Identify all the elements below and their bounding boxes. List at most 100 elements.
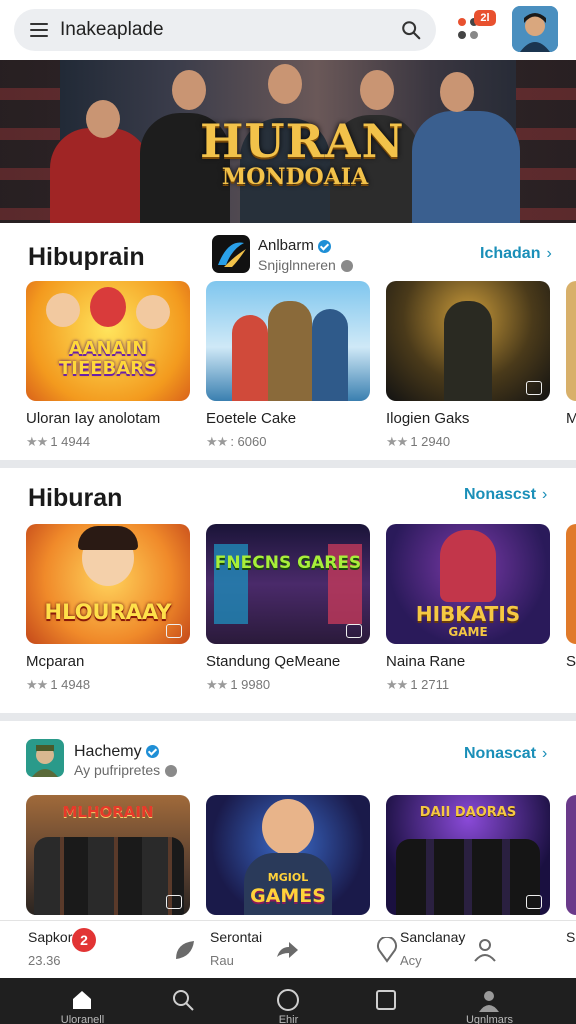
search-bar[interactable]: Inakeaplade: [14, 9, 436, 51]
game-card[interactable]: MLHORAIN: [26, 795, 190, 915]
developer-name[interactable]: Anlbarm: [258, 237, 331, 254]
character-figure: [312, 309, 348, 401]
rating-value: 1 2940: [410, 434, 451, 449]
developer-name-text: Anlbarm: [258, 237, 314, 254]
section-see-more-link[interactable]: Nonascat ›: [464, 745, 547, 763]
developer-sub-text: Snjiglnneren: [258, 257, 336, 273]
star-icon: ★★: [206, 434, 228, 449]
notification-count-badge: 2: [72, 928, 96, 952]
section-title: Hiburan: [28, 484, 123, 512]
star-icon: ★★: [386, 677, 408, 692]
game-thumbnail: MLHORAIN: [26, 795, 190, 915]
game-art-text: HIBKATIS: [415, 602, 521, 626]
game-badge-icon: [166, 895, 182, 909]
section-see-more-link[interactable]: Ichadan ›: [480, 245, 552, 263]
hero-banner[interactable]: HURAN MONDOAIA: [0, 60, 576, 223]
chevron-right-icon: ›: [546, 245, 552, 262]
section-link-label: Nonascst: [464, 486, 537, 503]
strip-item-sub: 23.36: [28, 953, 61, 968]
section-divider: [0, 713, 576, 721]
strip-item-title: S: [566, 929, 576, 945]
game-card-peek[interactable]: [566, 795, 576, 915]
rating-value: 1 4944: [50, 434, 91, 449]
strip-item[interactable]: Serontai Rau: [210, 929, 262, 968]
share-icon[interactable]: [274, 937, 300, 963]
nav-home[interactable]: Uloranell: [25, 978, 140, 1024]
game-art-text: HLOURAAY: [44, 600, 172, 624]
game-thumbnail: [386, 281, 550, 401]
strip-item[interactable]: Sapkor 23.36: [28, 929, 72, 968]
banner-title-line1: HURAN: [200, 114, 405, 168]
search-icon[interactable]: [400, 19, 422, 41]
developer-sub: Snjiglnneren: [258, 257, 353, 273]
developer-sub: Ay pufripretes: [74, 762, 178, 778]
search-input[interactable]: Inakeaplade: [60, 19, 400, 41]
game-art-text: DAII DAORAS: [419, 805, 517, 820]
strip-item-title: Sapkor: [28, 929, 73, 945]
profile-avatar[interactable]: [512, 6, 558, 52]
section-see-more-link[interactable]: Nonascst ›: [464, 486, 547, 504]
game-title: S: [566, 653, 576, 670]
game-card[interactable]: HLOURAAY Mcparan ★★ 1 4948: [26, 524, 190, 693]
game-card[interactable]: HIBKATIS GAME Naina Rane ★★ 1 2711: [386, 524, 550, 693]
circle-icon: [277, 989, 299, 1011]
game-art-text: MLHORAIN: [62, 803, 154, 821]
game-rating: ★★ 1 2940: [386, 434, 550, 450]
nav-recents[interactable]: [329, 978, 444, 1024]
game-badge-icon: [526, 381, 542, 395]
game-art-text: FNECNS GARES: [214, 553, 362, 573]
game-rating: ★★ 1 2711: [386, 677, 550, 693]
banner-figure-head: [268, 64, 302, 104]
chevron-right-icon: ›: [542, 745, 548, 762]
nav-label: Ugnlmars: [465, 1014, 514, 1024]
person-icon[interactable]: [472, 937, 498, 963]
rating-value: : 6060: [230, 434, 267, 449]
search-icon: [173, 990, 194, 1011]
profile-icon: [479, 991, 499, 1012]
banner-figure: [412, 111, 520, 223]
rating-value: 1 2711: [410, 677, 450, 692]
section-hachemy: Hachemy Ay pufripretes Nonascat › MLHORAI…: [0, 721, 576, 920]
banner-shelf-right: [516, 60, 576, 223]
character-head: [262, 799, 314, 855]
game-card[interactable]: AANAIN TIEEBARS Uloran Iay anolotam ★★ 1 …: [26, 281, 190, 450]
bottom-nav: Uloranell Ehir Ugnlmars: [0, 978, 576, 1024]
strip-item-sub: Rau: [210, 953, 234, 968]
nav-search[interactable]: [126, 978, 241, 1024]
menu-icon[interactable]: [30, 23, 48, 37]
game-badge-icon: [346, 624, 362, 638]
strip-item[interactable]: S: [566, 929, 575, 945]
game-thumbnail: [566, 281, 576, 401]
developer-name[interactable]: Hachemy: [74, 743, 159, 761]
game-card[interactable]: MGIOL GAMES: [206, 795, 370, 915]
notification-badge: 2l: [474, 10, 496, 26]
character-figure: [444, 301, 492, 401]
developer-sub-text: Ay pufripretes: [74, 762, 161, 778]
game-thumbnail: AANAIN TIEEBARS: [26, 281, 190, 401]
game-card-peek[interactable]: M: [566, 281, 576, 427]
nav-profile[interactable]: Ugnlmars: [432, 978, 547, 1024]
game-badge-icon: [166, 624, 182, 638]
game-title: Uloran Iay anolotam: [26, 410, 161, 427]
globe-icon: [165, 765, 178, 778]
game-card-peek[interactable]: S: [566, 524, 576, 670]
leaf-icon: [176, 941, 194, 959]
app-logo-icon[interactable]: [212, 235, 250, 273]
game-title: Standung QeMeane: [206, 653, 341, 670]
crowd-figures: [34, 837, 184, 915]
game-card[interactable]: DAII DAORAS: [386, 795, 550, 915]
game-thumbnail: DAII DAORAS: [386, 795, 550, 915]
game-thumbnail: HLOURAAY: [26, 524, 190, 644]
game-card[interactable]: FNECNS GARES Standung QeMeane ★★ 1 9980: [206, 524, 370, 693]
home-icon: [73, 991, 91, 1009]
app-logo-icon[interactable]: [26, 739, 64, 777]
location-pin-icon: [377, 937, 397, 963]
developer-name-text: Hachemy: [74, 743, 142, 760]
game-card[interactable]: Ilogien Gaks ★★ 1 2940: [386, 281, 550, 450]
game-card[interactable]: Eoetele Cake ★★: 6060: [206, 281, 370, 450]
cartoon-head: [136, 295, 170, 329]
strip-item[interactable]: Sanclanay Acy: [400, 929, 465, 968]
game-art-text: AANAIN TIEEBARS: [58, 338, 158, 379]
game-thumbnail: FNECNS GARES: [206, 524, 370, 644]
nav-label: Uloranell: [60, 1014, 105, 1024]
